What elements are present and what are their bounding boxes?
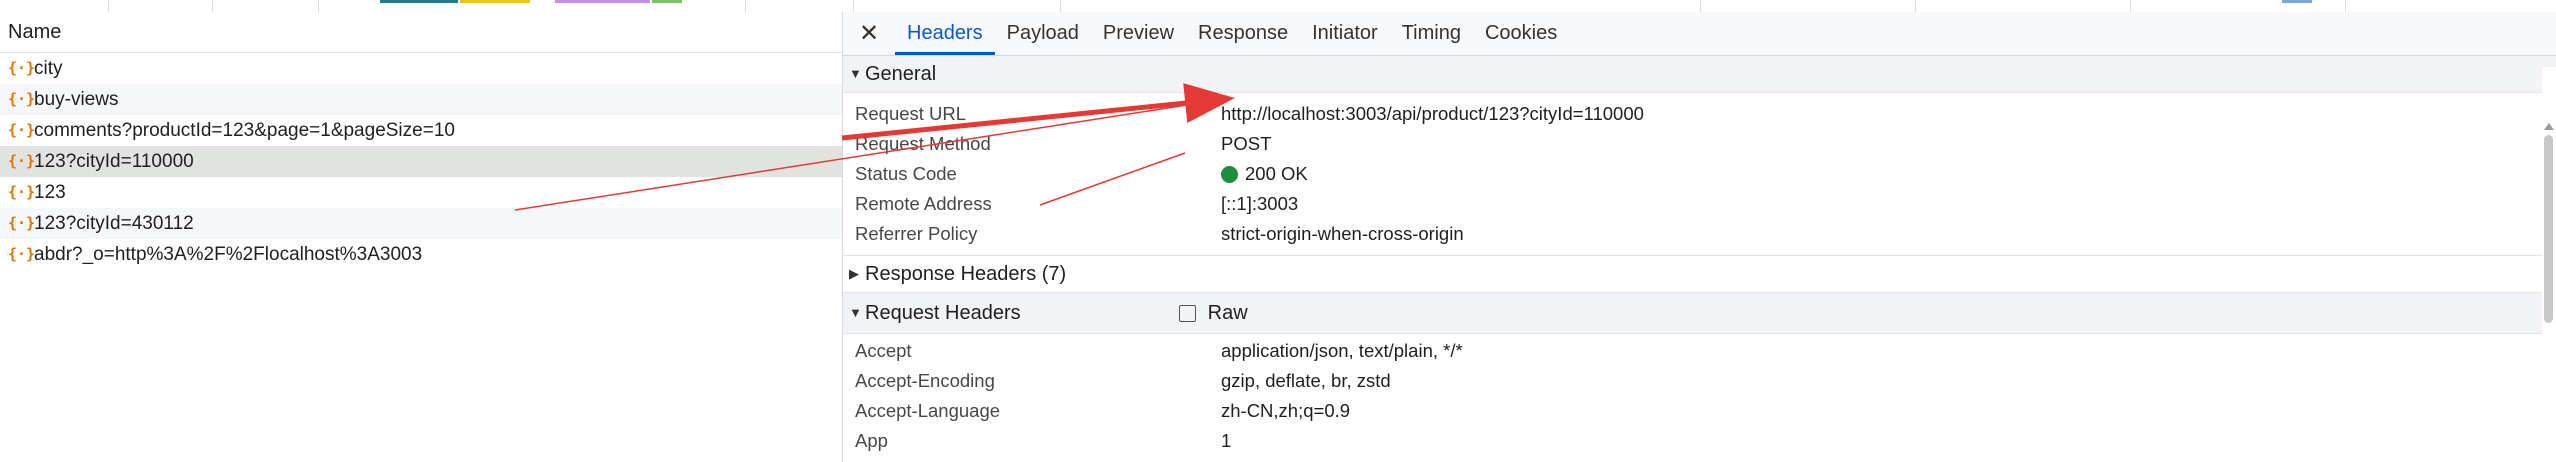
tab-initiator[interactable]: Initiator bbox=[1300, 12, 1390, 55]
tab-preview[interactable]: Preview bbox=[1091, 12, 1186, 55]
request-row[interactable]: {·} 123?cityId=430112 bbox=[0, 208, 842, 239]
expand-triangle-icon: ▼ bbox=[849, 66, 862, 81]
timeline-bar bbox=[652, 0, 682, 3]
header-value: zh-CN,zh;q=0.9 bbox=[1221, 400, 1351, 421]
header-key: Status Code bbox=[855, 163, 957, 184]
request-row[interactable]: {·} abdr?_o=http%3A%2F%2Flocalhost%3A3003 bbox=[0, 239, 842, 270]
header-row: App 1 bbox=[843, 426, 2556, 456]
collapsed-triangle-icon: ▶ bbox=[849, 266, 859, 281]
timeline-gridline bbox=[745, 0, 746, 12]
timeline-gridline bbox=[1060, 0, 1061, 12]
tab-cookies[interactable]: Cookies bbox=[1473, 12, 1569, 55]
json-braces-icon: {·} bbox=[8, 59, 36, 77]
tab-headers[interactable]: Headers bbox=[895, 12, 995, 55]
timeline-gridline bbox=[108, 0, 109, 12]
timeline-gridline bbox=[318, 0, 319, 12]
header-row: Remote Address [::1]:3003 bbox=[843, 189, 2556, 219]
header-value: [::1]:3003 bbox=[1221, 193, 1299, 214]
details-tab-bar: ✕ Headers Payload Preview Response Initi… bbox=[843, 12, 2556, 56]
header-row: Accept-Encoding gzip, deflate, br, zstd bbox=[843, 366, 2556, 396]
header-row: Accept-Language zh-CN,zh;q=0.9 bbox=[843, 396, 2556, 426]
header-key: App bbox=[855, 430, 888, 451]
request-row[interactable]: {·} buy-views bbox=[0, 84, 842, 115]
timeline-bar bbox=[380, 0, 458, 3]
header-key: Request Method bbox=[855, 133, 991, 154]
request-list-panel: Name {·} city {·} buy-views {·} comments?pr… bbox=[0, 12, 843, 462]
header-row: Request Method POST bbox=[843, 129, 2556, 159]
tab-payload[interactable]: Payload bbox=[995, 12, 1091, 55]
header-value: application/json, text/plain, */* bbox=[1221, 340, 1463, 361]
header-value: gzip, deflate, br, zstd bbox=[1221, 370, 1391, 391]
json-braces-icon: {·} bbox=[8, 90, 36, 108]
timeline-bar bbox=[2282, 0, 2312, 3]
tab-timing[interactable]: Timing bbox=[1390, 12, 1473, 55]
section-title: General bbox=[865, 63, 937, 85]
json-braces-icon: {·} bbox=[8, 214, 36, 232]
timeline-gridline bbox=[1915, 0, 1916, 12]
json-braces-icon: {·} bbox=[8, 245, 36, 263]
timeline-gridline bbox=[1700, 0, 1701, 12]
scrollbar[interactable] bbox=[2542, 67, 2556, 462]
timeline-gridline bbox=[2345, 0, 2346, 12]
request-list: {·} city {·} buy-views {·} comments?product… bbox=[0, 53, 842, 270]
general-section: Request URL http://localhost:3003/api/pro… bbox=[843, 93, 2556, 256]
request-name: 123?cityId=110000 bbox=[34, 151, 194, 172]
header-row: Status Code 200 OK bbox=[843, 159, 2556, 189]
section-title: Response Headers (7) bbox=[865, 263, 1067, 285]
timeline-bar bbox=[555, 0, 650, 3]
expand-triangle-icon: ▼ bbox=[849, 305, 862, 320]
header-key: Referrer Policy bbox=[855, 223, 978, 244]
raw-label[interactable]: Raw bbox=[1208, 293, 1248, 333]
tab-response[interactable]: Response bbox=[1186, 12, 1300, 55]
json-braces-icon: {·} bbox=[8, 121, 36, 139]
status-ok-icon bbox=[1221, 165, 1238, 183]
request-name: city bbox=[34, 58, 63, 79]
header-key: Accept-Language bbox=[855, 400, 1001, 421]
request-row[interactable]: {·} city bbox=[0, 53, 842, 84]
general-section-header[interactable]: ▼ General bbox=[843, 56, 2556, 93]
timeline-gridline bbox=[2130, 0, 2131, 12]
request-details-panel: ✕ Headers Payload Preview Response Initi… bbox=[843, 12, 2556, 462]
timeline-bar bbox=[460, 0, 530, 3]
status-text: 200 OK bbox=[1245, 163, 1308, 184]
request-headers-section-header[interactable]: ▼ Request Headers Raw bbox=[843, 293, 2556, 334]
header-value: 1 bbox=[1221, 430, 1232, 451]
request-row-selected[interactable]: {·} 123?cityId=110000 bbox=[0, 146, 842, 177]
request-name: 123 bbox=[34, 182, 66, 203]
section-title: Request Headers bbox=[865, 302, 1021, 324]
header-key: Request URL bbox=[855, 103, 967, 124]
request-name: abdr?_o=http%3A%2F%2Flocalhost%3A3003 bbox=[34, 244, 423, 265]
json-braces-icon: {·} bbox=[8, 183, 36, 201]
header-value: http://localhost:3003/api/product/123?ci… bbox=[1221, 103, 1644, 124]
request-headers-section: Accept application/json, text/plain, */* … bbox=[843, 334, 2556, 456]
header-value: POST bbox=[1221, 133, 1272, 154]
scrollbar-thumb[interactable] bbox=[2544, 135, 2553, 323]
request-name: comments?productId=123&page=1&pageSize=1… bbox=[34, 120, 455, 141]
timeline-gridline bbox=[212, 0, 213, 12]
header-row: Request URL http://localhost:3003/api/pro… bbox=[843, 99, 2556, 129]
request-row[interactable]: {·} comments?productId=123&page=1&pageSiz… bbox=[0, 115, 842, 146]
header-row: Accept application/json, text/plain, */* bbox=[843, 336, 2556, 366]
status-value: 200 OK bbox=[1221, 159, 1308, 189]
name-column-header[interactable]: Name bbox=[0, 12, 842, 53]
close-icon[interactable]: ✕ bbox=[843, 12, 895, 55]
request-name: 123?cityId=430112 bbox=[34, 213, 194, 234]
timeline-gridline bbox=[853, 0, 854, 12]
json-braces-icon: {·} bbox=[8, 152, 36, 170]
scroll-up-arrow-icon[interactable] bbox=[2544, 123, 2554, 130]
response-headers-section-header[interactable]: ▶ Response Headers (7) bbox=[843, 256, 2556, 293]
request-name: buy-views bbox=[34, 89, 119, 110]
request-row[interactable]: {·} 123 bbox=[0, 177, 842, 208]
header-key: Remote Address bbox=[855, 193, 992, 214]
header-key: Accept-Encoding bbox=[855, 370, 995, 391]
header-row: Referrer Policy strict-origin-when-cross-… bbox=[843, 219, 2556, 249]
raw-checkbox[interactable] bbox=[1178, 304, 1196, 322]
header-value: strict-origin-when-cross-origin bbox=[1221, 223, 1464, 244]
header-key: Accept bbox=[855, 340, 912, 361]
